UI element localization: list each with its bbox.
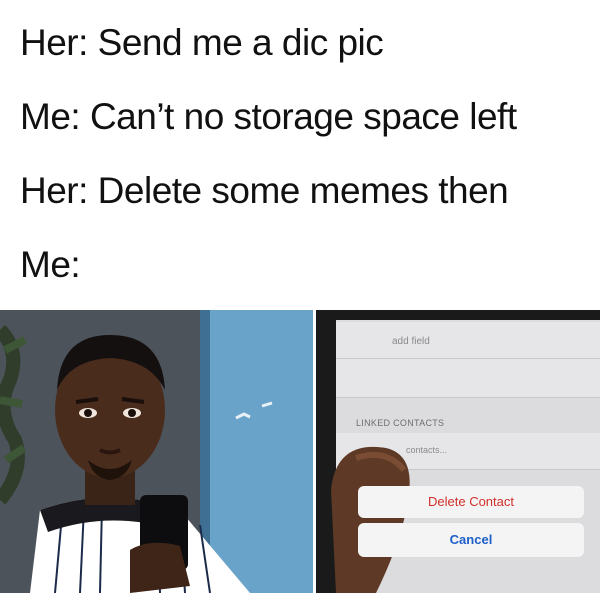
blank-row <box>336 359 600 398</box>
man-holding-phone-photo <box>0 310 313 593</box>
cancel-button[interactable]: Cancel <box>358 523 584 557</box>
linked-contacts-header: LINKED CONTACTS <box>356 418 445 428</box>
meme-caption: Her: Send me a dic pic Me: Can’t no stor… <box>0 0 600 305</box>
man-illustration <box>0 310 313 593</box>
add-field-row[interactable]: add field <box>336 322 600 359</box>
add-field-label: add field <box>392 336 430 347</box>
phone-screen-closeup: add field LINKED CONTACTS contacts... De… <box>316 310 600 593</box>
caption-line-3: Her: Delete some memes then <box>20 170 509 211</box>
caption-line-1: Her: Send me a dic pic <box>20 22 384 63</box>
delete-contact-button[interactable]: Delete Contact <box>358 486 584 518</box>
caption-line-2: Me: Can’t no storage space left <box>20 96 517 137</box>
caption-line-4: Me: <box>20 244 81 285</box>
